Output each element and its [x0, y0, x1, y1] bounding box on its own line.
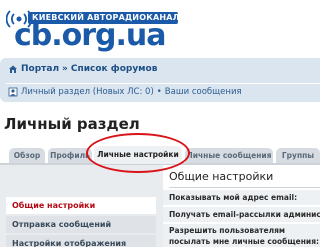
tab-personal-settings[interactable]: Личные настройки [94, 146, 182, 164]
breadcrumb-navbar: Портал » Список форумов Личный раздел (Н… [0, 58, 320, 102]
tab-private-messages[interactable]: Личные сообщения [185, 148, 273, 164]
tab-overview[interactable]: Обзор [9, 148, 45, 164]
user-icon [8, 87, 18, 97]
navbar-divider [6, 83, 320, 84]
site-header: КИЕВСКИЙ АВТОРАДИОКАНАЛ cb.org.ua [0, 0, 320, 56]
site-logo[interactable]: КИЕВСКИЙ АВТОРАДИОКАНАЛ cb.org.ua [6, 4, 179, 53]
breadcrumb-separator: » [62, 64, 68, 74]
bullet-separator: • [156, 87, 162, 97]
setting-allow-pm-label: Разрешить пользователям посылать мне лич… [163, 224, 320, 247]
heading-divider [169, 187, 320, 188]
breadcrumb: Портал » Список форумов [8, 64, 157, 74]
settings-sidebar: Общие настройки Отправка сообщений Настр… [6, 197, 156, 247]
settings-content: Общие настройки Показывать мой адрес ema… [163, 165, 320, 247]
personal-section-link[interactable]: Личный раздел (Новых ЛС: 0) [21, 87, 154, 97]
your-messages-link[interactable]: Ваши сообщения [165, 87, 242, 97]
sidebar-item-general[interactable]: Общие настройки [6, 197, 156, 214]
tab-bar: Обзор Профиль Личные настройки Личные со… [0, 144, 320, 164]
breadcrumb-forums-link[interactable]: Список форумов [71, 64, 158, 74]
sidebar-item-posting[interactable]: Отправка сообщений [6, 216, 156, 233]
setting-admin-mailing-label: Получать email-рассылки администрации: [163, 207, 320, 222]
breadcrumb-portal-link[interactable]: Портал [21, 64, 59, 74]
site-wordmark: cb.org.ua [14, 18, 167, 53]
sidebar-item-display[interactable]: Настройки отображения [6, 235, 156, 247]
setting-show-email-label: Показывать мой адрес email: [163, 190, 320, 205]
user-links: Личный раздел (Новых ЛС: 0) • Ваши сообщ… [8, 87, 242, 97]
home-icon [9, 65, 17, 73]
tab-groups[interactable]: Группы [276, 148, 320, 164]
section-heading: Общие настройки [169, 170, 274, 183]
page-title: Личный раздел [4, 115, 140, 133]
settings-panel: Общие настройки Отправка сообщений Настр… [0, 165, 320, 247]
tab-profile[interactable]: Профиль [48, 148, 92, 164]
